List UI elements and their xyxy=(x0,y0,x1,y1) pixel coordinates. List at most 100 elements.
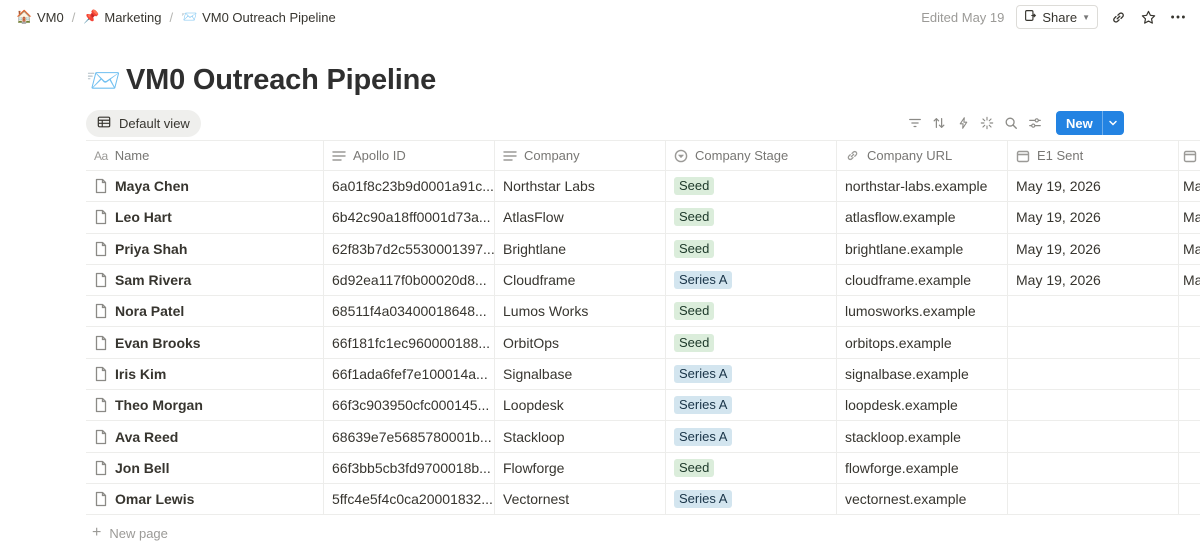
breadcrumb-item-vm0[interactable]: 🏠 VM0 xyxy=(12,7,68,27)
link-icon[interactable] xyxy=(1108,7,1128,27)
table-row[interactable]: Priya Shah 62f83b7d2c5530001397... Brightl… xyxy=(86,233,1200,265)
cell-company[interactable]: Lumos Works xyxy=(495,296,666,327)
cell-company-url[interactable]: northstar-labs.example xyxy=(837,171,1008,202)
cell-name[interactable]: Nora Patel xyxy=(86,296,324,327)
cell-next[interactable] xyxy=(1179,390,1200,420)
table-row[interactable]: Jon Bell 66f3bb5cb3fd9700018b... Flowforge… xyxy=(86,452,1200,484)
cell-company-stage[interactable]: Seed xyxy=(666,327,837,358)
cell-name[interactable]: Priya Shah xyxy=(86,233,324,264)
cell-company-stage[interactable]: Series A xyxy=(666,421,837,452)
cell-company-url[interactable]: brightlane.example xyxy=(837,233,1008,264)
cell-company[interactable]: AtlasFlow xyxy=(495,202,666,233)
cell-name[interactable]: Jon Bell xyxy=(86,452,324,483)
cell-name[interactable]: Theo Morgan xyxy=(86,390,324,421)
cell-e1-sent[interactable]: May 19, 2026 xyxy=(1008,233,1179,264)
new-page-button[interactable]: + New page xyxy=(92,524,168,542)
table-row[interactable]: Maya Chen 6a01f8c23b9d0001a91c... Northsta… xyxy=(86,171,1200,203)
cell-company[interactable]: Brightlane xyxy=(495,233,666,264)
column-header-company[interactable]: Company xyxy=(495,141,666,170)
table-row[interactable]: Sam Rivera 6d92ea117f0b00020d8... Cloudfra… xyxy=(86,264,1200,297)
cell-e1-sent[interactable] xyxy=(1008,390,1179,421)
cell-next[interactable] xyxy=(1179,296,1200,326)
cell-apollo-id[interactable]: 62f83b7d2c5530001397... xyxy=(324,233,495,264)
cell-company[interactable]: Northstar Labs xyxy=(495,171,666,202)
table-row[interactable]: Omar Lewis 5ffc4e5f4c0ca20001832... Vector… xyxy=(86,483,1200,516)
cell-apollo-id[interactable]: 6a01f8c23b9d0001a91c... xyxy=(324,171,495,202)
column-header-company-url[interactable]: Company URL xyxy=(837,141,1008,170)
cell-name[interactable]: Omar Lewis xyxy=(86,483,324,515)
cell-apollo-id[interactable]: 66f1ada6fef7e100014a... xyxy=(324,358,495,390)
table-row[interactable]: Nora Patel 68511f4a03400018648... Lumos Wo… xyxy=(86,296,1200,328)
chevron-down-icon[interactable] xyxy=(1101,111,1124,135)
sort-icon[interactable] xyxy=(930,111,948,135)
cell-e1-sent[interactable] xyxy=(1008,358,1179,390)
cell-company-stage[interactable]: Seed xyxy=(666,233,837,264)
breadcrumb-item-pipeline[interactable]: 📨 VM0 Outreach Pipeline xyxy=(177,7,340,27)
cell-e1-sent[interactable] xyxy=(1008,421,1179,452)
sparkle-icon[interactable] xyxy=(978,111,996,135)
cell-company-url[interactable]: vectornest.example xyxy=(837,483,1008,515)
cell-e1-sent[interactable]: May 19, 2026 xyxy=(1008,264,1179,296)
cell-e1-sent[interactable] xyxy=(1008,296,1179,327)
cell-e1-sent[interactable]: May 19, 2026 xyxy=(1008,202,1179,233)
cell-company-stage[interactable]: Series A xyxy=(666,264,837,296)
cell-name[interactable]: Maya Chen xyxy=(86,171,324,202)
envelope-icon[interactable]: 📨 xyxy=(86,64,121,97)
page-title-text[interactable]: VM0 Outreach Pipeline xyxy=(126,64,436,97)
cell-apollo-id[interactable]: 66f3bb5cb3fd9700018b... xyxy=(324,452,495,483)
cell-name[interactable]: Ava Reed xyxy=(86,421,324,452)
cell-name[interactable]: Leo Hart xyxy=(86,202,324,233)
cell-company-stage[interactable]: Seed xyxy=(666,202,837,233)
cell-e1-sent[interactable]: May 19, 2026 xyxy=(1008,171,1179,202)
cell-apollo-id[interactable]: 66f181fc1ec960000188... xyxy=(324,327,495,358)
cell-company[interactable]: Flowforge xyxy=(495,452,666,483)
cell-e1-sent[interactable] xyxy=(1008,452,1179,483)
page-title[interactable]: 📨 VM0 Outreach Pipeline xyxy=(86,64,436,97)
breadcrumb-item-marketing[interactable]: 📌 Marketing xyxy=(79,7,165,27)
cell-name[interactable]: Sam Rivera xyxy=(86,264,324,296)
cell-apollo-id[interactable]: 6d92ea117f0b00020d8... xyxy=(324,264,495,296)
cell-company-url[interactable]: loopdesk.example xyxy=(837,390,1008,421)
cell-next[interactable]: Ma xyxy=(1179,202,1200,232)
cell-company-stage[interactable]: Series A xyxy=(666,390,837,421)
filter-icon[interactable] xyxy=(906,111,924,135)
cell-next[interactable]: Ma xyxy=(1179,265,1200,295)
cell-company-url[interactable]: orbitops.example xyxy=(837,327,1008,358)
cell-next[interactable] xyxy=(1179,484,1200,514)
cell-next[interactable]: Ma xyxy=(1179,171,1200,201)
cell-company-url[interactable]: cloudframe.example xyxy=(837,264,1008,296)
cell-company[interactable]: OrbitOps xyxy=(495,327,666,358)
cell-next[interactable] xyxy=(1179,453,1200,483)
cell-company-url[interactable]: signalbase.example xyxy=(837,358,1008,390)
table-row[interactable]: Leo Hart 6b42c90a18ff0001d73a... AtlasFlow… xyxy=(86,202,1200,234)
cell-next[interactable] xyxy=(1179,421,1200,451)
star-icon[interactable] xyxy=(1138,7,1158,27)
cell-company-stage[interactable]: Seed xyxy=(666,452,837,483)
table-row[interactable]: Ava Reed 68639e7e5685780001b... Stackloop S… xyxy=(86,421,1200,453)
new-label[interactable]: New xyxy=(1056,111,1102,135)
cell-e1-sent[interactable] xyxy=(1008,483,1179,515)
cell-name[interactable]: Iris Kim xyxy=(86,358,324,390)
cell-company[interactable]: Stackloop xyxy=(495,421,666,452)
cell-company-stage[interactable]: Seed xyxy=(666,296,837,327)
cell-company-stage[interactable]: Seed xyxy=(666,171,837,202)
settings-sliders-icon[interactable] xyxy=(1026,111,1044,135)
column-header-company-stage[interactable]: Company Stage xyxy=(666,141,837,170)
cell-company[interactable]: Loopdesk xyxy=(495,390,666,421)
cell-company-stage[interactable]: Series A xyxy=(666,358,837,390)
cell-apollo-id[interactable]: 6b42c90a18ff0001d73a... xyxy=(324,202,495,233)
cell-company-url[interactable]: flowforge.example xyxy=(837,452,1008,483)
new-button[interactable]: New xyxy=(1056,111,1124,135)
cell-next[interactable] xyxy=(1179,359,1200,389)
cell-next[interactable]: Ma xyxy=(1179,234,1200,264)
tab-default-view[interactable]: Default view xyxy=(86,110,201,137)
cell-next[interactable] xyxy=(1179,327,1200,357)
cell-apollo-id[interactable]: 68639e7e5685780001b... xyxy=(324,421,495,452)
cell-apollo-id[interactable]: 5ffc4e5f4c0ca20001832... xyxy=(324,483,495,515)
cell-apollo-id[interactable]: 66f3c903950cfc000145... xyxy=(324,390,495,421)
cell-name[interactable]: Evan Brooks xyxy=(86,327,324,358)
cell-e1-sent[interactable] xyxy=(1008,327,1179,358)
cell-company-url[interactable]: stackloop.example xyxy=(837,421,1008,452)
cell-company-url[interactable]: lumosworks.example xyxy=(837,296,1008,327)
table-row[interactable]: Iris Kim 66f1ada6fef7e100014a... Signalbas… xyxy=(86,358,1200,391)
